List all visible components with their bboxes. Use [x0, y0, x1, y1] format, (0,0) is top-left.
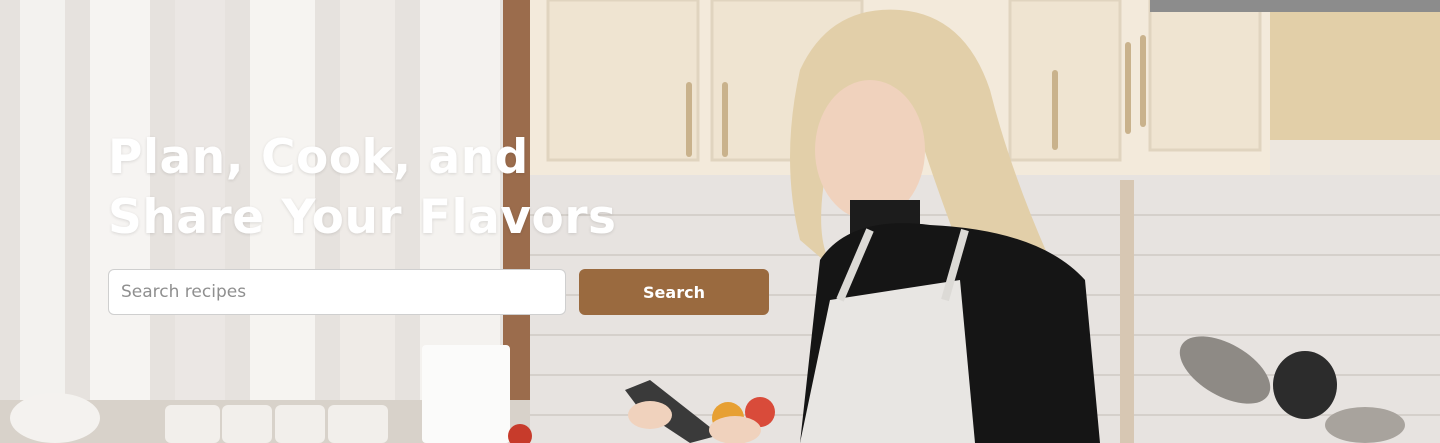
hero-title-line-2: Share Your Flavors — [108, 190, 617, 245]
hero-title-line-1: Plan, Cook, and — [108, 130, 529, 185]
hero-banner: Plan, Cook, and Share Your Flavors Searc… — [0, 0, 1440, 443]
search-button[interactable]: Search — [579, 269, 769, 315]
recipe-search-bar: Search — [108, 269, 769, 315]
search-input[interactable] — [108, 269, 566, 315]
hero-title: Plan, Cook, and Share Your Flavors — [108, 128, 808, 248]
hero-heading-container: Plan, Cook, and Share Your Flavors — [108, 128, 808, 248]
